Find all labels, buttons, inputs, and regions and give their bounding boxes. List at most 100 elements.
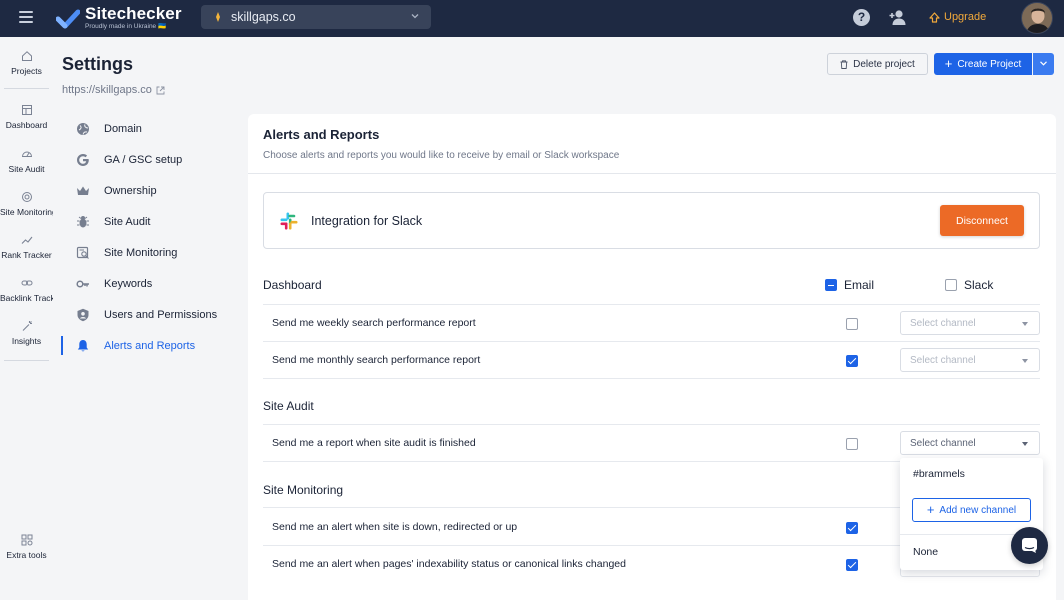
upgrade-icon bbox=[929, 11, 940, 23]
settings-nav-label: Ownership bbox=[104, 185, 157, 197]
settings-nav-ga-gsc[interactable]: GA / GSC setup bbox=[76, 150, 182, 170]
project-url-link[interactable]: https://skillgaps.co bbox=[62, 84, 165, 96]
email-column-header[interactable]: Email bbox=[825, 278, 874, 292]
key-icon bbox=[76, 280, 89, 288]
channel-option[interactable]: #brammels bbox=[913, 468, 965, 480]
settings-nav-site-monitoring[interactable]: Site Monitoring bbox=[76, 243, 177, 263]
settings-nav-site-audit[interactable]: Site Audit bbox=[76, 212, 150, 232]
rail-item-site-monitoring[interactable]: Site Monitoring bbox=[0, 191, 53, 217]
create-project-button[interactable]: + Create Project bbox=[934, 53, 1032, 75]
upgrade-label: Upgrade bbox=[944, 11, 987, 23]
logo[interactable]: Sitechecker Proudly made in Ukraine 🇺🇦 bbox=[56, 5, 182, 31]
project-url: https://skillgaps.co bbox=[62, 84, 152, 96]
rail-label-projects: Projects bbox=[11, 66, 42, 76]
section-title-dashboard: Dashboard bbox=[263, 278, 322, 292]
crown-icon bbox=[77, 186, 89, 195]
rail-label-site-monitoring: Site Monitoring bbox=[0, 207, 53, 217]
email-checkbox[interactable] bbox=[846, 318, 858, 330]
row-divider bbox=[263, 341, 1040, 342]
select-placeholder: Select channel bbox=[910, 318, 976, 329]
rail-label-dashboard: Dashboard bbox=[5, 120, 48, 130]
chevron-down-icon bbox=[411, 14, 419, 19]
rail-item-site-audit[interactable]: Site Audit bbox=[0, 148, 53, 174]
settings-nav-alerts-reports[interactable]: Alerts and Reports bbox=[76, 336, 195, 356]
home-icon bbox=[21, 51, 32, 61]
section-title-site-monitoring: Site Monitoring bbox=[263, 483, 344, 497]
add-new-channel-label: Add new channel bbox=[939, 504, 1017, 516]
settings-nav-label: Site Audit bbox=[104, 216, 151, 228]
settings-nav-keywords[interactable]: Keywords bbox=[76, 274, 152, 294]
email-checkbox[interactable] bbox=[846, 355, 858, 367]
section-title-site-audit: Site Audit bbox=[263, 399, 314, 413]
slack-channel-select[interactable]: Select channel bbox=[900, 348, 1040, 372]
email-checkbox[interactable] bbox=[846, 559, 858, 571]
wand-icon bbox=[22, 321, 32, 331]
help-icon[interactable]: ? bbox=[853, 9, 870, 26]
settings-nav-domain[interactable]: Domain bbox=[76, 119, 142, 139]
rail-item-rank-tracker[interactable]: Rank Tracker bbox=[0, 234, 53, 260]
bell-icon bbox=[77, 340, 89, 352]
disconnect-button[interactable]: Disconnect bbox=[940, 205, 1024, 236]
settings-nav-label: Users and Permissions bbox=[104, 309, 218, 321]
settings-nav-label: Keywords bbox=[104, 278, 153, 290]
radar-icon bbox=[21, 192, 32, 202]
project-name: skillgaps.co bbox=[231, 10, 296, 24]
row-divider bbox=[263, 378, 1040, 379]
caret-down-icon bbox=[1022, 442, 1028, 446]
settings-nav-users-permissions[interactable]: Users and Permissions bbox=[76, 305, 217, 325]
rail-item-backlink-tracker[interactable]: Backlink Tracker bbox=[0, 277, 53, 303]
rail-divider bbox=[4, 88, 49, 89]
slack-icon bbox=[280, 212, 298, 230]
plus-icon: + bbox=[944, 56, 953, 71]
rail-item-extra-tools[interactable]: Extra tools bbox=[0, 534, 53, 560]
email-column-label: Email bbox=[844, 278, 875, 292]
logo-name: Sitechecker bbox=[85, 4, 182, 23]
slack-channel-select[interactable]: Select channel bbox=[900, 311, 1040, 335]
upgrade-button[interactable]: Upgrade bbox=[929, 11, 986, 23]
grid-icon bbox=[21, 534, 32, 546]
slack-channel-select[interactable]: Select channel bbox=[900, 431, 1040, 455]
rail-label-rank-tracker: Rank Tracker bbox=[1, 250, 52, 260]
slack-column-header[interactable]: Slack bbox=[945, 278, 993, 292]
create-project-menu-button[interactable] bbox=[1033, 53, 1054, 75]
settings-nav-ownership[interactable]: Ownership bbox=[76, 181, 157, 201]
menu-icon[interactable] bbox=[19, 11, 33, 23]
add-user-icon[interactable] bbox=[889, 9, 908, 26]
rail-item-projects[interactable]: Projects bbox=[0, 50, 53, 76]
support-chat-button[interactable] bbox=[1011, 527, 1048, 564]
delete-project-button[interactable]: Delete project bbox=[827, 53, 928, 75]
row-label: Send me a report when site audit is fini… bbox=[272, 437, 476, 449]
monitor-search-icon bbox=[76, 246, 89, 259]
row-label: Send me monthly search performance repor… bbox=[272, 354, 481, 366]
caret-down-icon bbox=[1022, 359, 1028, 363]
slack-select-all-checkbox[interactable] bbox=[945, 279, 957, 291]
gauge-icon bbox=[21, 151, 32, 157]
row-divider bbox=[263, 304, 1040, 305]
rail-item-insights[interactable]: Insights bbox=[0, 320, 53, 346]
channel-option-none[interactable]: None bbox=[913, 546, 938, 558]
rail-label-backlink-tracker: Backlink Tracker bbox=[0, 293, 53, 303]
panel-header: Alerts and Reports Choose alerts and rep… bbox=[248, 114, 1056, 174]
project-select[interactable]: skillgaps.co bbox=[201, 5, 431, 29]
google-icon bbox=[77, 154, 89, 166]
slack-card-title: Integration for Slack bbox=[311, 214, 423, 228]
external-link-icon bbox=[156, 86, 165, 94]
select-placeholder: Select channel bbox=[910, 355, 976, 366]
email-checkbox[interactable] bbox=[846, 522, 858, 534]
globe-icon bbox=[77, 123, 89, 135]
panel-title: Alerts and Reports bbox=[263, 127, 380, 142]
caret-down-icon bbox=[1022, 322, 1028, 326]
avatar[interactable] bbox=[1021, 2, 1053, 34]
plus-icon: + bbox=[926, 502, 935, 517]
email-select-all-checkbox[interactable] bbox=[825, 279, 837, 291]
trash-icon bbox=[840, 59, 848, 69]
trend-icon bbox=[21, 236, 32, 244]
rail-item-dashboard[interactable]: Dashboard bbox=[0, 104, 53, 130]
row-label: Send me an alert when site is down, redi… bbox=[272, 521, 518, 533]
logo-tagline: Proudly made in Ukraine 🇺🇦 bbox=[85, 23, 167, 30]
email-checkbox[interactable] bbox=[846, 438, 858, 450]
rail-divider bbox=[4, 360, 49, 361]
dashboard-icon bbox=[21, 105, 32, 115]
add-new-channel-button[interactable]: + Add new channel bbox=[912, 498, 1031, 522]
select-value: Select channel bbox=[910, 438, 976, 449]
